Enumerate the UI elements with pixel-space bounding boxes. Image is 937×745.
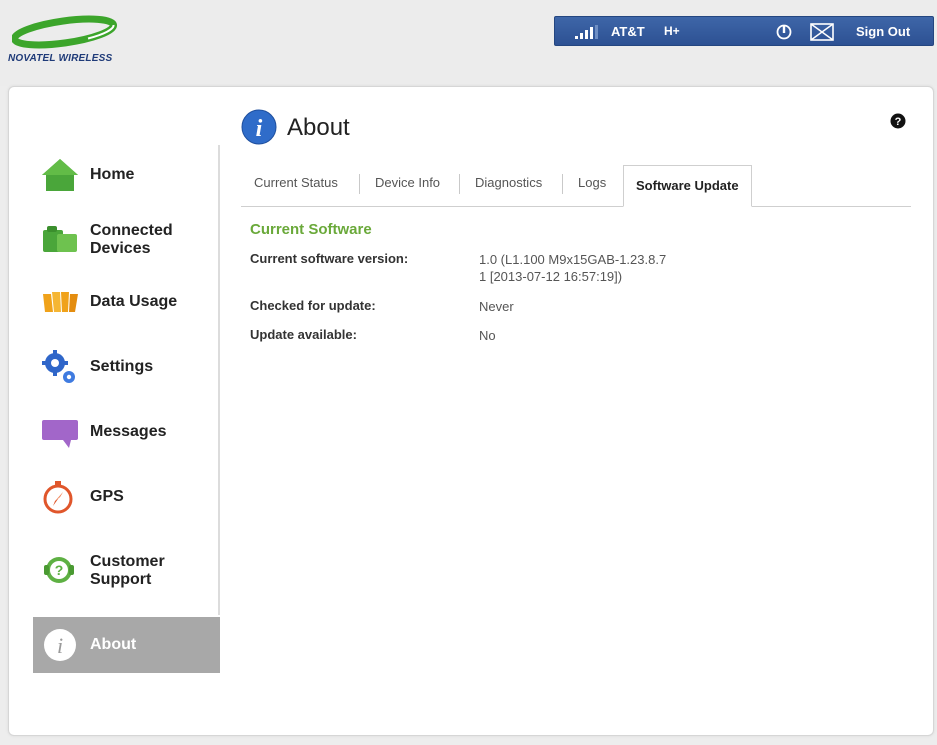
customer-support-icon: ?	[44, 557, 74, 583]
svg-text:i: i	[57, 633, 63, 658]
help-icon[interactable]: ?	[890, 113, 906, 129]
software-version-value: 1.0 (L1.100 M9x15GAB-1.23.8.7 1 [2013-07…	[479, 251, 666, 285]
svg-text:?: ?	[55, 562, 64, 578]
connected-devices-icon	[43, 226, 77, 252]
messages-icon	[42, 420, 78, 448]
sidebar-item-data-usage[interactable]: Data Usage	[33, 274, 220, 330]
logo-swoosh-icon	[12, 15, 118, 49]
tab-separator	[459, 174, 460, 194]
page-title: About	[287, 114, 350, 141]
sidebar-item-connected-devices[interactable]: Connected Devices	[33, 212, 220, 268]
tab-device-info[interactable]: Device Info	[375, 175, 440, 197]
software-version-line-1: 1.0 (L1.100 M9x15GAB-1.23.8.7	[479, 252, 667, 267]
brand-name: NOVATEL WIRELESS	[8, 53, 113, 64]
sidebar-item-label: Data Usage	[90, 293, 178, 310]
software-version-label: Current software version:	[250, 251, 409, 266]
software-version-line-2: 1 [2013-07-12 16:57:19])	[479, 269, 623, 284]
about-icon: i	[44, 629, 76, 661]
section-title: Current Software	[250, 221, 372, 238]
main-panel: Home Connected Devices Data Usage Settin…	[8, 86, 934, 736]
messages-envelope-icon[interactable]	[810, 23, 834, 41]
gps-icon	[43, 481, 73, 514]
sidebar-item-label: Connected Devices	[90, 222, 173, 257]
info-icon: i	[241, 109, 277, 145]
sidebar-item-label: Home	[90, 166, 135, 183]
sidebar-item-customer-support[interactable]: ? Customer Support	[33, 543, 220, 599]
sidebar-item-about[interactable]: i About	[33, 617, 220, 673]
tab-bar: Current Status Device Info Diagnostics L…	[241, 165, 911, 207]
tab-current-status[interactable]: Current Status	[254, 175, 338, 197]
sidebar-item-label: Customer Support	[90, 553, 165, 588]
sidebar-item-settings[interactable]: Settings	[33, 339, 220, 395]
sidebar-item-label: About	[90, 636, 137, 653]
tab-separator	[562, 174, 563, 194]
tab-software-update[interactable]: Software Update	[623, 165, 752, 207]
settings-icon	[42, 350, 75, 383]
sidebar-item-gps[interactable]: GPS	[33, 469, 220, 525]
novatel-logo: NOVATEL WIRELESS	[8, 12, 138, 72]
carrier-name: AT&T	[611, 24, 645, 39]
sidebar-item-home[interactable]: Home	[33, 147, 220, 203]
power-icon[interactable]	[775, 23, 793, 41]
sidebar: Home Connected Devices Data Usage Settin…	[33, 145, 220, 675]
svg-text:i: i	[256, 116, 263, 142]
status-bar: AT&T H+ Sign Out	[554, 16, 934, 46]
sidebar-item-label: GPS	[90, 488, 124, 505]
tab-separator	[359, 174, 360, 194]
checked-for-update-label: Checked for update:	[250, 298, 376, 313]
network-type: H+	[664, 24, 680, 38]
tab-diagnostics[interactable]: Diagnostics	[475, 175, 542, 197]
home-icon	[42, 159, 78, 191]
sidebar-item-label: Settings	[90, 358, 154, 375]
signal-strength-icon	[575, 25, 598, 39]
update-available-value: No	[479, 328, 496, 343]
svg-text:?: ?	[895, 116, 902, 128]
sidebar-divider	[218, 145, 220, 615]
header: NOVATEL WIRELESS AT&T H+ Sign Out	[0, 0, 937, 86]
update-available-label: Update available:	[250, 327, 357, 342]
checked-for-update-value: Never	[479, 299, 514, 314]
data-usage-icon	[43, 292, 78, 312]
sign-out-button[interactable]: Sign Out	[856, 24, 910, 39]
tab-logs[interactable]: Logs	[578, 175, 606, 197]
sidebar-item-label: Messages	[90, 423, 167, 440]
sidebar-item-messages[interactable]: Messages	[33, 404, 220, 460]
